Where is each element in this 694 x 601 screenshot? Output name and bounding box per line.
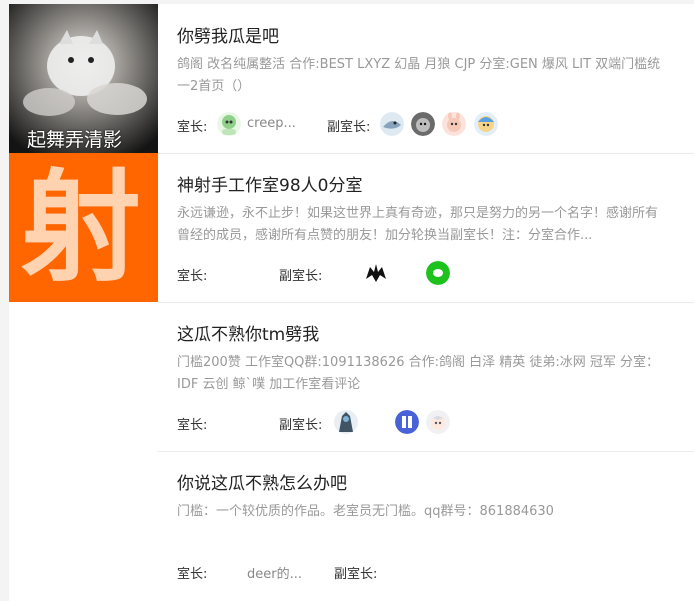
studio-list: 起舞弄清影 你劈我瓜是吧 鸽阁 改名纯属整活 合作:BEST LXYZ 幻晶 月… [9, 4, 694, 601]
shark-avatar-icon[interactable] [380, 112, 404, 136]
owner-label: 室长: [177, 567, 208, 582]
studio-description: 鸽阁 改名纯属整活 合作:BEST LXYZ 幻晶 月狼 CJP 分室:GEN … [177, 57, 661, 94]
studio-title[interactable]: 神射手工作室98人0分室 [177, 171, 362, 196]
studio-title[interactable]: 你劈我瓜是吧 [177, 22, 279, 47]
studio-card[interactable]: 你说这瓜不熟怎么办吧 门槛：一个较优质的作品。老室员无门槛。qq群号：86188… [9, 451, 694, 600]
studio-description: 门槛200赞 工作室QQ群:1091138626 合作:鸽阁 白泽 精英 徒弟:… [177, 355, 660, 392]
studio-title[interactable]: 这瓜不熟你tm劈我 [177, 320, 319, 345]
owner-label: 室长: [177, 269, 208, 284]
cat-photo-avatar-icon[interactable] [411, 112, 435, 136]
studio-title[interactable]: 你说这瓜不熟怎么办吧 [177, 469, 347, 494]
owner-name[interactable]: deer的... [247, 563, 302, 582]
thumbnail-glyph: 射 [21, 157, 141, 298]
blue-character-avatar-icon[interactable] [474, 112, 498, 136]
green-chibi-avatar-icon[interactable] [217, 112, 241, 136]
studio-card[interactable]: 射 神射手工作室98人0分室 永远谦逊，永不止步！如果这世界上真有奇迹，那只是努… [9, 153, 694, 303]
deputy-label: 副室长: [327, 120, 371, 135]
studio-thumbnail[interactable] [9, 451, 158, 600]
blue-logo-avatar-icon[interactable] [395, 410, 419, 434]
studio-card[interactable]: 这瓜不熟你tm劈我 门槛200赞 工作室QQ群:1091138626 合作:鸽阁… [9, 302, 694, 452]
thumbnail-caption: 起舞弄清影 [27, 129, 123, 151]
studio-card[interactable]: 起舞弄清影 你劈我瓜是吧 鸽阁 改名纯属整活 合作:BEST LXYZ 幻晶 月… [9, 4, 694, 154]
white-hair-avatar-icon[interactable] [426, 410, 450, 434]
owner-label: 室长: [177, 120, 208, 135]
dark-character-avatar-icon[interactable] [334, 410, 358, 434]
deputy-label: 副室长: [279, 418, 323, 433]
studio-description: 永远谦逊，永不止步！如果这世界上真有奇迹，那只是努力的另一个名字！感谢所有曾经的… [177, 206, 659, 243]
studio-thumbnail[interactable] [9, 302, 158, 451]
studio-description: 门槛：一个较优质的作品。老室员无门槛。qq群号：861884630 [177, 504, 554, 519]
deputy-label: 副室长: [334, 567, 378, 582]
green-wechat-avatar-icon[interactable] [426, 261, 450, 285]
studio-thumbnail[interactable]: 起舞弄清影 [9, 4, 158, 153]
deputy-label: 副室长: [279, 269, 323, 284]
owner-label: 室长: [177, 418, 208, 433]
black-wolf-avatar-icon[interactable] [364, 261, 388, 285]
pink-bunny-avatar-icon[interactable] [442, 112, 466, 136]
owner-name[interactable]: creep... [247, 116, 296, 131]
studio-thumbnail[interactable]: 射 [9, 153, 158, 302]
